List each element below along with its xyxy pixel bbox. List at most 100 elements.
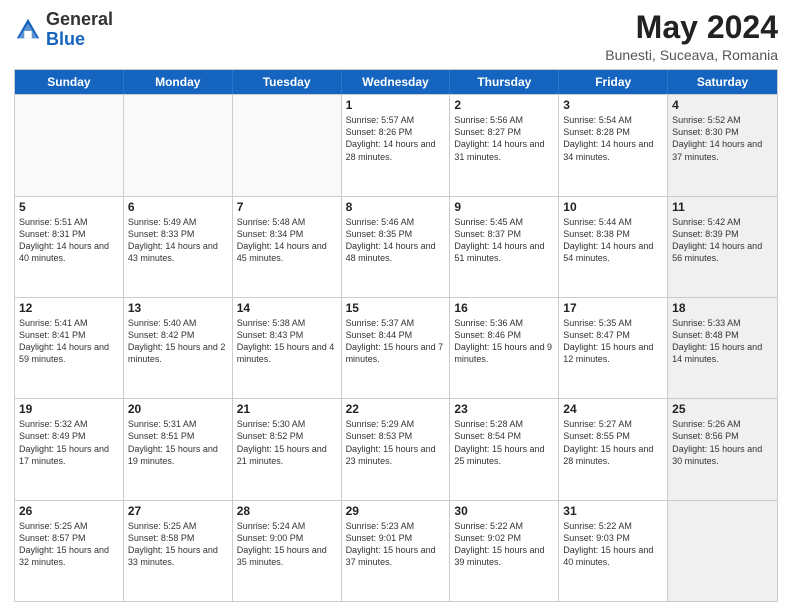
- cell-info: Sunrise: 5:52 AM Sunset: 8:30 PM Dayligh…: [672, 114, 773, 163]
- cell-info: Sunrise: 5:37 AM Sunset: 8:44 PM Dayligh…: [346, 317, 446, 366]
- day-number: 22: [346, 402, 446, 416]
- cell-info: Sunrise: 5:33 AM Sunset: 8:48 PM Dayligh…: [672, 317, 773, 366]
- day-number: 8: [346, 200, 446, 214]
- cal-cell: 30 Sunrise: 5:22 AM Sunset: 9:02 PM Dayli…: [450, 501, 559, 601]
- cell-info: Sunrise: 5:32 AM Sunset: 8:49 PM Dayligh…: [19, 418, 119, 467]
- page: General Blue May 2024 Bunesti, Suceava, …: [0, 0, 792, 612]
- day-number: 12: [19, 301, 119, 315]
- cal-cell: 1 Sunrise: 5:57 AM Sunset: 8:26 PM Daylig…: [342, 95, 451, 195]
- calendar-week-5: 26Sunrise: 5:25 AM Sunset: 8:57 PM Dayli…: [15, 500, 777, 601]
- location: Bunesti, Suceava, Romania: [605, 47, 778, 63]
- calendar: SundayMondayTuesdayWednesdayThursdayFrid…: [14, 69, 778, 602]
- day-number: 29: [346, 504, 446, 518]
- day-number: 10: [563, 200, 663, 214]
- cell-info: Sunrise: 5:27 AM Sunset: 8:55 PM Dayligh…: [563, 418, 663, 467]
- header-day-monday: Monday: [124, 70, 233, 94]
- day-number: 26: [19, 504, 119, 518]
- day-number: 31: [563, 504, 663, 518]
- day-number: 23: [454, 402, 554, 416]
- calendar-week-3: 12Sunrise: 5:41 AM Sunset: 8:41 PM Dayli…: [15, 297, 777, 398]
- day-number: 11: [672, 200, 773, 214]
- cell-info: Sunrise: 5:26 AM Sunset: 8:56 PM Dayligh…: [672, 418, 773, 467]
- calendar-week-4: 19 Sunrise: 5:32 AM Sunset: 8:49 PM Dayli…: [15, 398, 777, 499]
- cell-info: Sunrise: 5:56 AM Sunset: 8:27 PM Dayligh…: [454, 114, 554, 163]
- cell-info: Sunrise: 5:57 AM Sunset: 8:26 PM Dayligh…: [346, 114, 446, 163]
- day-number: 30: [454, 504, 554, 518]
- cal-cell: 26Sunrise: 5:25 AM Sunset: 8:57 PM Dayli…: [15, 501, 124, 601]
- cell-info: Sunrise: 5:54 AM Sunset: 8:28 PM Dayligh…: [563, 114, 663, 163]
- day-number: 19: [19, 402, 119, 416]
- cell-info: Sunrise: 5:36 AM Sunset: 8:46 PM Dayligh…: [454, 317, 554, 366]
- day-number: 25: [672, 402, 773, 416]
- header-day-sunday: Sunday: [15, 70, 124, 94]
- cell-info: Sunrise: 5:46 AM Sunset: 8:35 PM Dayligh…: [346, 216, 446, 265]
- cal-cell: 16 Sunrise: 5:36 AM Sunset: 8:46 PM Dayli…: [450, 298, 559, 398]
- cal-cell: 7 Sunrise: 5:48 AM Sunset: 8:34 PM Daylig…: [233, 197, 342, 297]
- logo-text: General Blue: [46, 10, 113, 50]
- cell-info: Sunrise: 5:35 AM Sunset: 8:47 PM Dayligh…: [563, 317, 663, 366]
- cell-info: Sunrise: 5:40 AM Sunset: 8:42 PM Dayligh…: [128, 317, 228, 366]
- cal-cell: 20Sunrise: 5:31 AM Sunset: 8:51 PM Dayli…: [124, 399, 233, 499]
- day-number: 17: [563, 301, 663, 315]
- logo: General Blue: [14, 10, 113, 50]
- cal-cell: 24Sunrise: 5:27 AM Sunset: 8:55 PM Dayli…: [559, 399, 668, 499]
- day-number: 18: [672, 301, 773, 315]
- cal-cell: 19 Sunrise: 5:32 AM Sunset: 8:49 PM Dayli…: [15, 399, 124, 499]
- logo-blue-text: Blue: [46, 29, 85, 49]
- day-number: 7: [237, 200, 337, 214]
- cal-cell: 10 Sunrise: 5:44 AM Sunset: 8:38 PM Dayli…: [559, 197, 668, 297]
- cal-cell: 28Sunrise: 5:24 AM Sunset: 9:00 PM Dayli…: [233, 501, 342, 601]
- day-number: 21: [237, 402, 337, 416]
- cal-cell: 18 Sunrise: 5:33 AM Sunset: 8:48 PM Dayli…: [668, 298, 777, 398]
- header-day-thursday: Thursday: [450, 70, 559, 94]
- title-block: May 2024 Bunesti, Suceava, Romania: [605, 10, 778, 63]
- cell-info: Sunrise: 5:48 AM Sunset: 8:34 PM Dayligh…: [237, 216, 337, 265]
- header-day-tuesday: Tuesday: [233, 70, 342, 94]
- cell-info: Sunrise: 5:23 AM Sunset: 9:01 PM Dayligh…: [346, 520, 446, 569]
- calendar-body: 1 Sunrise: 5:57 AM Sunset: 8:26 PM Daylig…: [15, 94, 777, 601]
- logo-general: General: [46, 9, 113, 29]
- cal-cell: 23Sunrise: 5:28 AM Sunset: 8:54 PM Dayli…: [450, 399, 559, 499]
- cal-cell: [233, 95, 342, 195]
- cell-info: Sunrise: 5:38 AM Sunset: 8:43 PM Dayligh…: [237, 317, 337, 366]
- day-number: 3: [563, 98, 663, 112]
- day-number: 14: [237, 301, 337, 315]
- cal-cell: 12Sunrise: 5:41 AM Sunset: 8:41 PM Dayli…: [15, 298, 124, 398]
- day-number: 15: [346, 301, 446, 315]
- day-number: 2: [454, 98, 554, 112]
- day-number: 6: [128, 200, 228, 214]
- cal-cell: 6 Sunrise: 5:49 AM Sunset: 8:33 PM Daylig…: [124, 197, 233, 297]
- cal-cell: [668, 501, 777, 601]
- day-number: 13: [128, 301, 228, 315]
- cal-cell: 13 Sunrise: 5:40 AM Sunset: 8:42 PM Dayli…: [124, 298, 233, 398]
- header-day-friday: Friday: [559, 70, 668, 94]
- day-number: 9: [454, 200, 554, 214]
- cal-cell: 11 Sunrise: 5:42 AM Sunset: 8:39 PM Dayli…: [668, 197, 777, 297]
- day-number: 16: [454, 301, 554, 315]
- cal-cell: [124, 95, 233, 195]
- cal-cell: 17 Sunrise: 5:35 AM Sunset: 8:47 PM Dayli…: [559, 298, 668, 398]
- cal-cell: 25 Sunrise: 5:26 AM Sunset: 8:56 PM Dayli…: [668, 399, 777, 499]
- day-number: 4: [672, 98, 773, 112]
- header-day-saturday: Saturday: [668, 70, 777, 94]
- cal-cell: 9Sunrise: 5:45 AM Sunset: 8:37 PM Daylig…: [450, 197, 559, 297]
- cal-cell: 2 Sunrise: 5:56 AM Sunset: 8:27 PM Daylig…: [450, 95, 559, 195]
- cal-cell: [15, 95, 124, 195]
- cell-info: Sunrise: 5:22 AM Sunset: 9:02 PM Dayligh…: [454, 520, 554, 569]
- cell-info: Sunrise: 5:42 AM Sunset: 8:39 PM Dayligh…: [672, 216, 773, 265]
- cal-cell: 4 Sunrise: 5:52 AM Sunset: 8:30 PM Daylig…: [668, 95, 777, 195]
- cell-info: Sunrise: 5:24 AM Sunset: 9:00 PM Dayligh…: [237, 520, 337, 569]
- day-number: 1: [346, 98, 446, 112]
- cal-cell: 5 Sunrise: 5:51 AM Sunset: 8:31 PM Daylig…: [15, 197, 124, 297]
- cell-info: Sunrise: 5:49 AM Sunset: 8:33 PM Dayligh…: [128, 216, 228, 265]
- day-number: 5: [19, 200, 119, 214]
- cal-cell: 14 Sunrise: 5:38 AM Sunset: 8:43 PM Dayli…: [233, 298, 342, 398]
- cal-cell: 15 Sunrise: 5:37 AM Sunset: 8:44 PM Dayli…: [342, 298, 451, 398]
- cal-cell: 3 Sunrise: 5:54 AM Sunset: 8:28 PM Daylig…: [559, 95, 668, 195]
- calendar-week-2: 5 Sunrise: 5:51 AM Sunset: 8:31 PM Daylig…: [15, 196, 777, 297]
- cell-info: Sunrise: 5:51 AM Sunset: 8:31 PM Dayligh…: [19, 216, 119, 265]
- logo-icon: [14, 16, 42, 44]
- cell-info: Sunrise: 5:44 AM Sunset: 8:38 PM Dayligh…: [563, 216, 663, 265]
- header-day-wednesday: Wednesday: [342, 70, 451, 94]
- day-number: 20: [128, 402, 228, 416]
